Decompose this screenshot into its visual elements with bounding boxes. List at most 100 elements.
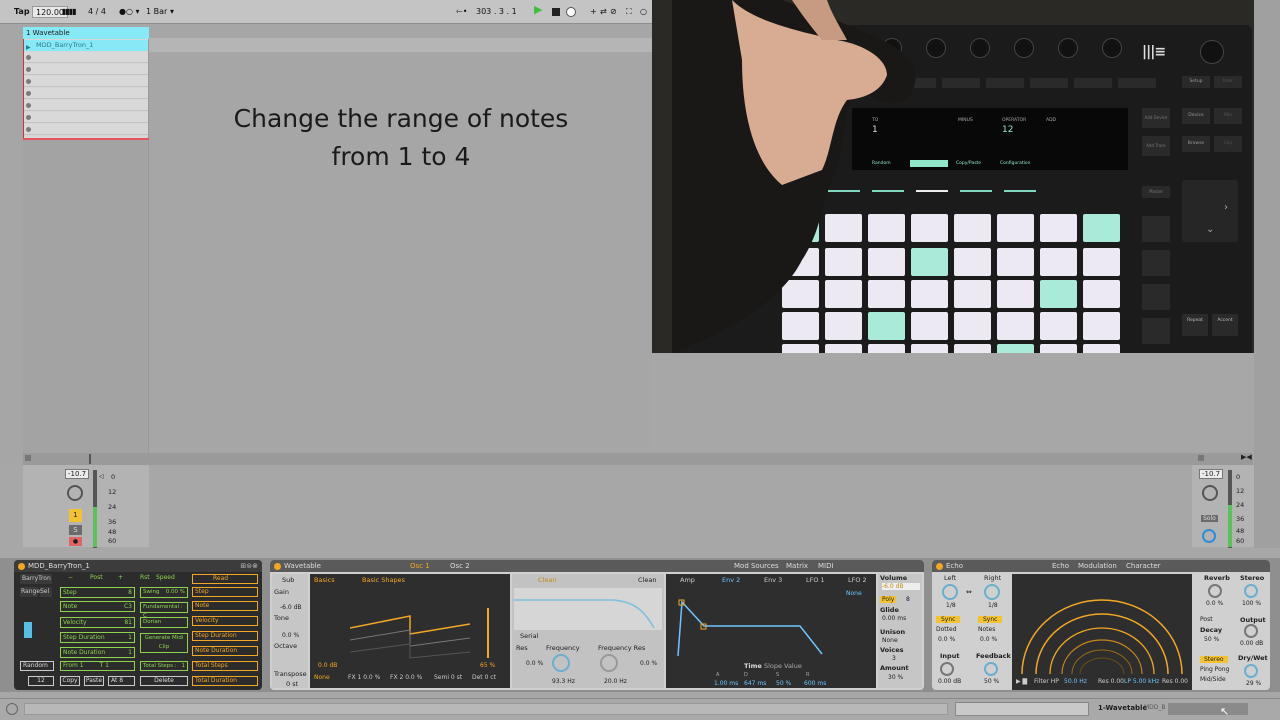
stop-icon[interactable] bbox=[552, 8, 560, 16]
quantize-select[interactable]: 1 Bar bbox=[146, 6, 167, 18]
reverb-position-select[interactable]: Post bbox=[1200, 616, 1213, 623]
wavetable-category[interactable]: Basics bbox=[314, 576, 335, 584]
volume-value[interactable]: -6.0 dB bbox=[882, 583, 920, 590]
dry-wet-value[interactable]: 29 % bbox=[1246, 680, 1261, 687]
stereo-knob[interactable] bbox=[1244, 584, 1258, 598]
filter1-type[interactable]: Clean bbox=[538, 576, 556, 584]
follow-icon[interactable]: ⇽• bbox=[456, 6, 467, 18]
osc2-tab[interactable]: Osc 2 bbox=[450, 560, 470, 572]
transpose-value[interactable]: 0 st bbox=[286, 680, 298, 688]
device-power-icon[interactable] bbox=[274, 563, 281, 570]
solo-button[interactable]: S bbox=[69, 525, 82, 535]
echo-tunnel-display[interactable]: ▶ ▇ Filter HP 50.0 Hz Res 0.00 LP 5.00 k… bbox=[1012, 574, 1192, 690]
reverb-value[interactable]: 0.0 % bbox=[1206, 600, 1223, 607]
filter-hp-icon[interactable]: ▶ ▇ bbox=[1016, 678, 1027, 685]
delete-button[interactable]: Delete bbox=[140, 676, 188, 686]
mod-sources-tab[interactable]: Mod Sources bbox=[734, 560, 779, 572]
stereo-mode-button[interactable]: Stereo bbox=[1200, 656, 1228, 663]
position-field[interactable]: 303 . 3 . 1 bbox=[476, 6, 517, 18]
env-tab-amp[interactable]: Amp bbox=[680, 576, 695, 584]
signature-field[interactable]: 4 / 4 bbox=[88, 6, 106, 18]
env-tab-lfo2[interactable]: LFO 2 bbox=[848, 576, 867, 584]
swing-field[interactable]: Swing 0.00 % bbox=[140, 587, 188, 598]
env-target-select[interactable]: None bbox=[846, 590, 862, 597]
echo-tab-character[interactable]: Character bbox=[1126, 560, 1161, 572]
metronome-icon[interactable]: ●○ ▾ bbox=[119, 6, 140, 18]
device-power-icon[interactable] bbox=[936, 563, 943, 570]
clip-slot[interactable] bbox=[24, 124, 148, 135]
at-field[interactable]: At 8 bbox=[108, 676, 135, 686]
output-knob[interactable] bbox=[1244, 624, 1258, 638]
record-icon[interactable] bbox=[566, 7, 576, 17]
semi-value[interactable]: Semi 0 st bbox=[434, 674, 462, 681]
fx1-value[interactable]: FX 1 0.0 % bbox=[348, 674, 380, 681]
filter-lp[interactable]: LP 5.00 kHz bbox=[1124, 678, 1159, 685]
read-note-duration[interactable]: Note Duration bbox=[192, 646, 258, 656]
param-step[interactable]: Step 8 bbox=[60, 587, 135, 598]
dry-wet-knob[interactable] bbox=[1244, 664, 1258, 678]
tap-tempo-button[interactable]: Tap bbox=[14, 6, 30, 18]
env-slope-label[interactable]: Slope bbox=[764, 662, 782, 670]
nudge-icon[interactable]: ▮▮▮▮ bbox=[62, 6, 77, 18]
midi-tab[interactable]: MIDI bbox=[818, 560, 834, 572]
release-value[interactable]: 600 ms bbox=[804, 680, 826, 687]
read-step-duration[interactable]: Step Duration bbox=[192, 631, 258, 641]
env-tab-env2[interactable]: Env 2 bbox=[722, 576, 740, 584]
matrix-tab[interactable]: Matrix bbox=[786, 560, 808, 572]
left-time-value[interactable]: 1/8 bbox=[946, 602, 956, 609]
track-header[interactable]: 1 Wavetable bbox=[23, 27, 149, 39]
fundamental-select[interactable]: Fundamental : C bbox=[140, 602, 188, 619]
res-value[interactable]: 0.0 % bbox=[526, 660, 543, 667]
input-knob[interactable] bbox=[940, 662, 954, 676]
ping-pong-button[interactable]: Ping Pong bbox=[1200, 666, 1229, 673]
pan-knob[interactable] bbox=[67, 485, 83, 501]
clip-slot[interactable] bbox=[24, 76, 148, 87]
routing-serial[interactable]: Serial bbox=[520, 632, 538, 640]
play-icon[interactable]: ▶ bbox=[534, 4, 542, 16]
random-button[interactable]: Random bbox=[20, 661, 54, 671]
stereo-value[interactable]: 100 % bbox=[1242, 600, 1261, 607]
filter2-type[interactable]: Clean bbox=[638, 576, 656, 584]
step-count-field[interactable]: 12 bbox=[28, 676, 54, 686]
link-icon[interactable]: ⇔ bbox=[966, 588, 972, 596]
echo-tab-echo[interactable]: Echo bbox=[1052, 560, 1069, 572]
reverb-knob[interactable] bbox=[1208, 584, 1222, 598]
filter-curve[interactable] bbox=[514, 588, 662, 630]
clip-slot[interactable] bbox=[24, 100, 148, 111]
sustain-value[interactable]: 50 % bbox=[776, 680, 791, 687]
track-activator-button[interactable]: 1 bbox=[69, 509, 82, 522]
copy-button[interactable]: Copy bbox=[60, 676, 80, 686]
device-chain-overview[interactable] bbox=[1168, 703, 1248, 715]
clip-slot[interactable] bbox=[24, 52, 148, 63]
param-step-duration[interactable]: Step Duration 1 bbox=[60, 632, 135, 643]
frequency2-value[interactable]: 20.0 Hz bbox=[604, 678, 627, 685]
env-tab-lfo1[interactable]: LFO 1 bbox=[806, 576, 825, 584]
output-value[interactable]: 0.00 dB bbox=[1240, 640, 1263, 647]
unison-select[interactable]: None bbox=[882, 637, 898, 644]
envelope-display[interactable] bbox=[674, 598, 864, 660]
attack-value[interactable]: 1.00 ms bbox=[714, 680, 738, 687]
horizontal-scrollbar[interactable]: ▶◀ bbox=[23, 453, 1253, 465]
read-total-steps[interactable]: Total Steps bbox=[192, 661, 258, 671]
generate-midi-clip-button[interactable]: Generate Midi Clip bbox=[140, 633, 188, 653]
mdd-post[interactable]: Post bbox=[90, 574, 103, 581]
clip-slot-playing[interactable]: ▶ MDD_BarryTron_1 bbox=[24, 40, 148, 51]
wavetable-title[interactable]: Wavetable bbox=[284, 562, 321, 570]
mdd-speed[interactable]: Speed bbox=[156, 574, 175, 581]
read-button[interactable]: Read bbox=[192, 574, 258, 584]
tone-value[interactable]: 0.0 % bbox=[282, 632, 299, 639]
device-menu-icon[interactable]: ⊞⊜⊗ bbox=[240, 560, 258, 572]
param-note[interactable]: Note C3 bbox=[60, 601, 135, 612]
punch-icon[interactable]: ⛶ bbox=[626, 6, 632, 18]
status-circle-icon[interactable] bbox=[6, 703, 18, 715]
frequency-knob[interactable] bbox=[552, 654, 570, 672]
left-mode-select[interactable]: Dotted bbox=[936, 626, 957, 633]
overdub-icon[interactable]: + bbox=[590, 6, 597, 18]
param-velocity[interactable]: Velocity 81 bbox=[60, 617, 135, 628]
volume-field[interactable]: -10.7 bbox=[65, 469, 90, 479]
arm-icon[interactable]: ● bbox=[69, 537, 82, 546]
read-velocity[interactable]: Velocity bbox=[192, 616, 258, 626]
env-value-label[interactable]: Value bbox=[784, 662, 802, 670]
plus-icon[interactable]: + bbox=[118, 574, 123, 581]
gain-value[interactable]: -6.0 dB bbox=[280, 604, 302, 611]
